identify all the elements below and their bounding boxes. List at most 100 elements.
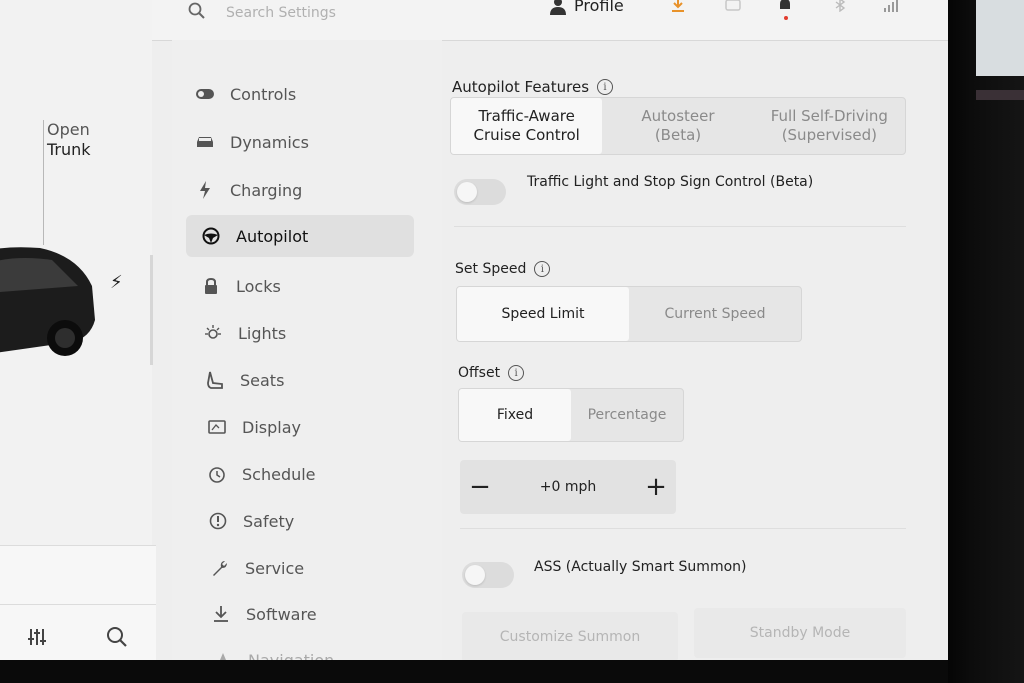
toggle-icon <box>194 83 216 105</box>
background-window <box>976 0 1024 76</box>
customize-summon-button[interactable]: Customize Summon <box>462 612 678 660</box>
navigation-icon <box>212 649 234 660</box>
divider <box>460 528 906 529</box>
menu-item-label: Seats <box>240 370 285 390</box>
autopilot-features-label: Autopilot Features <box>452 78 590 96</box>
search-icon[interactable] <box>188 2 206 24</box>
traffic-light-toggle[interactable] <box>454 179 506 205</box>
menu-item-label: Charging <box>230 180 303 200</box>
menu-item-safety[interactable]: Safety <box>207 500 294 542</box>
touchscreen: Open Trunk ⚡ Profile <box>0 0 948 660</box>
menu-item-label: Software <box>246 604 317 624</box>
bell-icon[interactable] <box>778 0 792 17</box>
set-speed-label: Set Speed <box>455 261 527 277</box>
decrease-offset-button[interactable]: − <box>460 460 500 514</box>
trunk-indicator-line <box>43 120 44 245</box>
menu-item-software[interactable]: Software <box>210 593 317 635</box>
offset-stepper: − +0 mph + <box>460 460 676 514</box>
clock-icon <box>206 463 228 485</box>
notification-dot <box>784 16 788 20</box>
menu-item-service[interactable]: Service <box>209 547 304 589</box>
autopilot-features-heading: Autopilot Features i <box>452 78 614 96</box>
toggle-knob <box>457 182 477 202</box>
download-icon[interactable] <box>670 0 686 17</box>
download-icon <box>210 603 232 625</box>
menu-item-lights[interactable]: Lights <box>202 312 286 354</box>
offset-selector: Fixed Percentage <box>458 388 684 442</box>
charge-bolt-icon: ⚡ <box>110 272 123 293</box>
display-icon <box>206 416 228 438</box>
quick-controls-card <box>0 545 156 660</box>
menu-item-schedule[interactable]: Schedule <box>206 453 316 495</box>
menu-item-label: Controls <box>230 84 297 104</box>
option-full-self-driving[interactable]: Full Self-Driving (Supervised) <box>754 98 905 154</box>
light-icon <box>202 322 224 344</box>
search-icon[interactable] <box>102 622 132 652</box>
option-traffic-aware-cruise-control[interactable]: Traffic-Aware Cruise Control <box>451 98 603 154</box>
menu-item-display[interactable]: Display <box>206 406 301 448</box>
glovebox-icon[interactable] <box>725 0 741 16</box>
autopilot-settings-panel: Autopilot Features i Traffic-Aware Cruis… <box>442 40 948 660</box>
menu-item-navigation[interactable]: Navigation <box>212 639 334 660</box>
menu-item-dynamics[interactable]: Dynamics <box>194 121 309 163</box>
divider <box>454 226 906 227</box>
offset-heading: Offset i <box>458 365 525 381</box>
search-settings-input[interactable] <box>224 0 428 26</box>
scrollbar[interactable] <box>150 255 153 365</box>
set-speed-heading: Set Speed i <box>455 261 551 277</box>
info-icon[interactable]: i <box>534 261 551 277</box>
menu-item-label: Safety <box>243 511 295 531</box>
ass-label: ASS (Actually Smart Summon) <box>534 559 747 575</box>
info-icon[interactable]: i <box>508 365 525 381</box>
steering-wheel-icon <box>200 225 222 247</box>
signal-icon <box>884 0 900 16</box>
seat-icon <box>204 369 226 391</box>
info-icon[interactable]: i <box>597 79 614 95</box>
profile-button[interactable]: Profile <box>550 0 624 15</box>
lock-icon <box>200 275 222 297</box>
standby-mode-button[interactable]: Standby Mode <box>694 608 906 658</box>
increase-offset-button[interactable]: + <box>636 460 676 514</box>
settings-menu: Controls Dynamics Charging Autopilot Loc… <box>172 40 442 660</box>
option-current-speed[interactable]: Current Speed <box>629 287 801 341</box>
option-speed-limit[interactable]: Speed Limit <box>457 287 629 341</box>
autopilot-features-selector: Traffic-Aware Cruise Control Autosteer (… <box>450 97 906 155</box>
menu-item-charging[interactable]: Charging <box>194 169 302 211</box>
offset-value: +0 mph <box>539 479 597 495</box>
menu-item-controls[interactable]: Controls <box>194 73 296 115</box>
menu-item-label: Service <box>245 558 305 578</box>
vehicle-pane: Open Trunk ⚡ <box>0 0 156 660</box>
menu-item-label: Navigation <box>248 650 335 661</box>
car-icon <box>194 131 216 153</box>
open-trunk-button[interactable]: Open Trunk <box>47 120 91 160</box>
bolt-icon <box>194 179 216 201</box>
bluetooth-icon[interactable] <box>834 0 846 16</box>
trunk-label: Trunk <box>47 140 91 159</box>
sliders-icon[interactable] <box>24 622 54 652</box>
toggle-knob <box>465 565 485 585</box>
menu-item-label: Schedule <box>242 464 316 484</box>
ass-toggle[interactable] <box>462 562 514 588</box>
menu-item-label: Autopilot <box>236 226 309 246</box>
safety-icon <box>207 510 229 532</box>
menu-item-locks[interactable]: Locks <box>200 265 281 307</box>
open-label: Open <box>47 120 90 139</box>
profile-label: Profile <box>574 0 624 15</box>
top-bar: Profile <box>152 0 948 41</box>
menu-item-label: Display <box>242 417 301 437</box>
option-autosteer[interactable]: Autosteer (Beta) <box>602 98 753 154</box>
menu-item-label: Lights <box>238 323 287 343</box>
option-fixed[interactable]: Fixed <box>459 389 571 441</box>
wrench-icon <box>209 557 231 579</box>
car-image <box>0 247 95 356</box>
menu-item-seats[interactable]: Seats <box>204 359 284 401</box>
menu-item-label: Locks <box>236 276 281 296</box>
background-trim <box>976 90 1024 100</box>
option-percentage[interactable]: Percentage <box>571 389 683 441</box>
person-icon <box>550 0 566 15</box>
menu-item-autopilot[interactable]: Autopilot <box>186 215 414 257</box>
screen-bezel <box>948 0 1024 683</box>
set-speed-selector: Speed Limit Current Speed <box>456 286 802 342</box>
traffic-light-label: Traffic Light and Stop Sign Control (Bet… <box>527 174 814 190</box>
offset-label: Offset <box>458 365 501 381</box>
